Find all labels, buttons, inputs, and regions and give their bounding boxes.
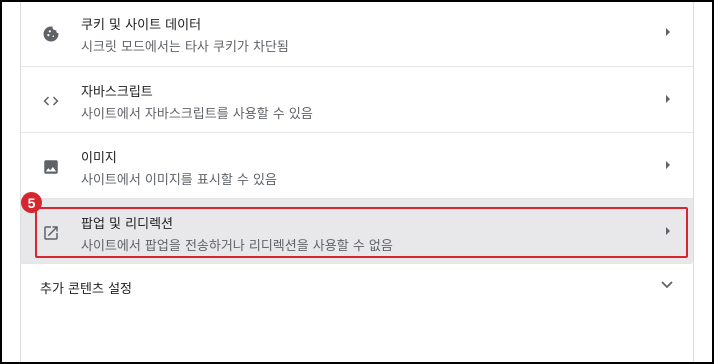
image-icon [40, 157, 62, 177]
settings-row-subtitle: 시크릿 모드에서는 타사 쿠키가 차단됨 [81, 40, 289, 55]
chevron-right-icon [666, 161, 670, 169]
chevron-right-icon [666, 28, 670, 36]
chevron-right-icon [666, 95, 670, 103]
code-icon [40, 91, 62, 111]
step-badge: 5 [21, 192, 42, 213]
settings-row-subtitle: 사이트에서 이미지를 표시할 수 있음 [81, 173, 277, 188]
additional-content-settings-label: 추가 콘텐츠 설정 [40, 282, 132, 297]
site-settings-panel: 쿠키 및 사이트 데이터 시크릿 모드에서는 타사 쿠키가 차단됨 자바스크립트… [20, 0, 694, 364]
chevron-right-icon [666, 227, 670, 235]
settings-row-popups-redirects[interactable]: 팝업 및 리디렉션 사이트에서 팝업을 전송하거나 리디렉션을 사용할 수 없음 [21, 198, 693, 263]
cookie-icon [40, 24, 62, 44]
chevron-down-icon [661, 281, 673, 289]
settings-row-title: 자바스크립트 [81, 85, 153, 100]
additional-content-settings[interactable]: 추가 콘텐츠 설정 [20, 263, 692, 309]
settings-row-subtitle: 사이트에서 팝업을 전송하거나 리디렉션을 사용할 수 없음 [81, 239, 393, 254]
settings-row-images[interactable]: 이미지 사이트에서 이미지를 표시할 수 있음 [21, 132, 693, 197]
settings-row-title: 팝업 및 리디렉션 [81, 217, 173, 232]
settings-row-subtitle: 사이트에서 자바스크립트를 사용할 수 있음 [81, 107, 313, 122]
settings-row-title: 이미지 [81, 151, 117, 166]
open-in-new-icon [40, 223, 62, 243]
settings-row-cookies[interactable]: 쿠키 및 사이트 데이터 시크릿 모드에서는 타사 쿠키가 차단됨 [21, 0, 693, 65]
settings-row-javascript[interactable]: 자바스크립트 사이트에서 자바스크립트를 사용할 수 있음 [21, 66, 693, 131]
settings-row-title: 쿠키 및 사이트 데이터 [81, 18, 202, 33]
